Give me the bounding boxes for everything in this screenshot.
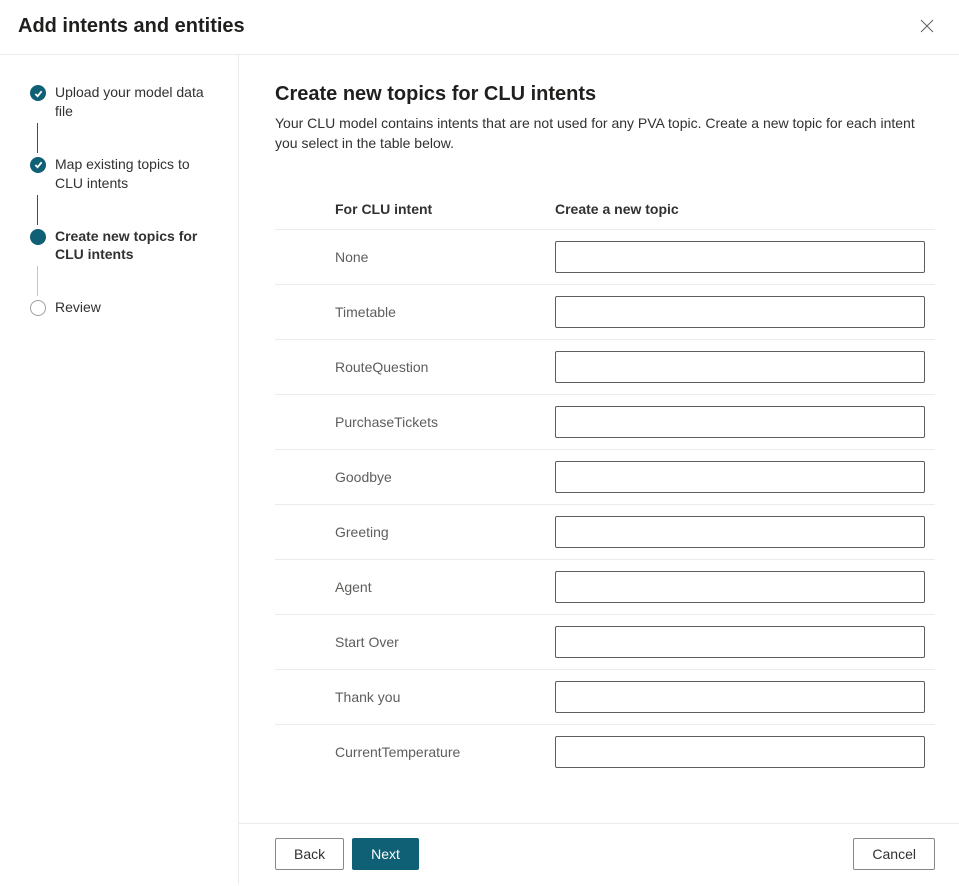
topic-cell [555, 351, 925, 383]
intent-cell: Greeting [335, 524, 555, 540]
table-row: CurrentTemperature [275, 724, 935, 779]
topic-input[interactable] [555, 241, 925, 273]
current-step-icon [30, 229, 46, 245]
step-label: Upload your model data file [46, 83, 220, 121]
page-description: Your CLU model contains intents that are… [275, 114, 935, 153]
wizard-sidebar: Upload your model data file Map existing… [0, 55, 239, 884]
topic-cell [555, 571, 925, 603]
dialog-header: Add intents and entities [0, 0, 959, 55]
column-header-intent: For CLU intent [335, 201, 555, 217]
table-body: None Timetable RouteQuestion PurchaseTicket… [275, 229, 935, 779]
topic-cell [555, 241, 925, 273]
intent-cell: Start Over [335, 634, 555, 650]
intent-cell: Agent [335, 579, 555, 595]
table-row: Timetable [275, 284, 935, 339]
intent-cell: Goodbye [335, 469, 555, 485]
next-button[interactable]: Next [352, 838, 419, 870]
intents-table: For CLU intent Create a new topic None Ti… [275, 201, 935, 779]
intent-cell: PurchaseTickets [335, 414, 555, 430]
intent-cell: CurrentTemperature [335, 744, 555, 760]
topic-cell [555, 461, 925, 493]
topic-input[interactable] [555, 406, 925, 438]
topic-input[interactable] [555, 351, 925, 383]
step-connector [37, 266, 38, 296]
topic-cell [555, 296, 925, 328]
main-content: Create new topics for CLU intents Your C… [239, 55, 959, 823]
topic-input[interactable] [555, 296, 925, 328]
table-row: Greeting [275, 504, 935, 559]
page-title: Create new topics for CLU intents [275, 83, 935, 106]
topic-input[interactable] [555, 626, 925, 658]
topic-input[interactable] [555, 516, 925, 548]
table-row: PurchaseTickets [275, 394, 935, 449]
close-icon [920, 19, 934, 33]
step-connector [37, 195, 38, 225]
dialog-footer: Back Next Cancel [239, 823, 959, 884]
table-header: For CLU intent Create a new topic [275, 201, 935, 229]
step-map[interactable]: Map existing topics to CLU intents [30, 155, 220, 193]
column-header-topic: Create a new topic [555, 201, 935, 217]
table-row: Goodbye [275, 449, 935, 504]
checkmark-icon [30, 157, 46, 173]
step-connector [37, 123, 38, 153]
intent-cell: None [335, 249, 555, 265]
dialog-title: Add intents and entities [18, 15, 245, 38]
step-create[interactable]: Create new topics for CLU intents [30, 227, 220, 265]
table-row: Start Over [275, 614, 935, 669]
step-label: Review [46, 298, 101, 317]
back-button[interactable]: Back [275, 838, 344, 870]
step-review[interactable]: Review [30, 298, 220, 317]
main-panel: Create new topics for CLU intents Your C… [239, 55, 959, 884]
pending-step-icon [30, 300, 46, 316]
topic-cell [555, 736, 925, 768]
topic-input[interactable] [555, 461, 925, 493]
topic-input[interactable] [555, 571, 925, 603]
topic-input[interactable] [555, 681, 925, 713]
table-row: None [275, 229, 935, 284]
step-label: Map existing topics to CLU intents [46, 155, 220, 193]
topic-cell [555, 681, 925, 713]
table-row: Agent [275, 559, 935, 614]
checkmark-icon [30, 85, 46, 101]
table-row: RouteQuestion [275, 339, 935, 394]
intent-cell: Thank you [335, 689, 555, 705]
step-upload[interactable]: Upload your model data file [30, 83, 220, 121]
step-label: Create new topics for CLU intents [46, 227, 220, 265]
close-button[interactable] [915, 14, 939, 38]
topic-input[interactable] [555, 736, 925, 768]
table-row: Thank you [275, 669, 935, 724]
topic-cell [555, 626, 925, 658]
topic-cell [555, 516, 925, 548]
topic-cell [555, 406, 925, 438]
dialog-body: Upload your model data file Map existing… [0, 55, 959, 884]
intent-cell: Timetable [335, 304, 555, 320]
cancel-button[interactable]: Cancel [853, 838, 935, 870]
intent-cell: RouteQuestion [335, 359, 555, 375]
